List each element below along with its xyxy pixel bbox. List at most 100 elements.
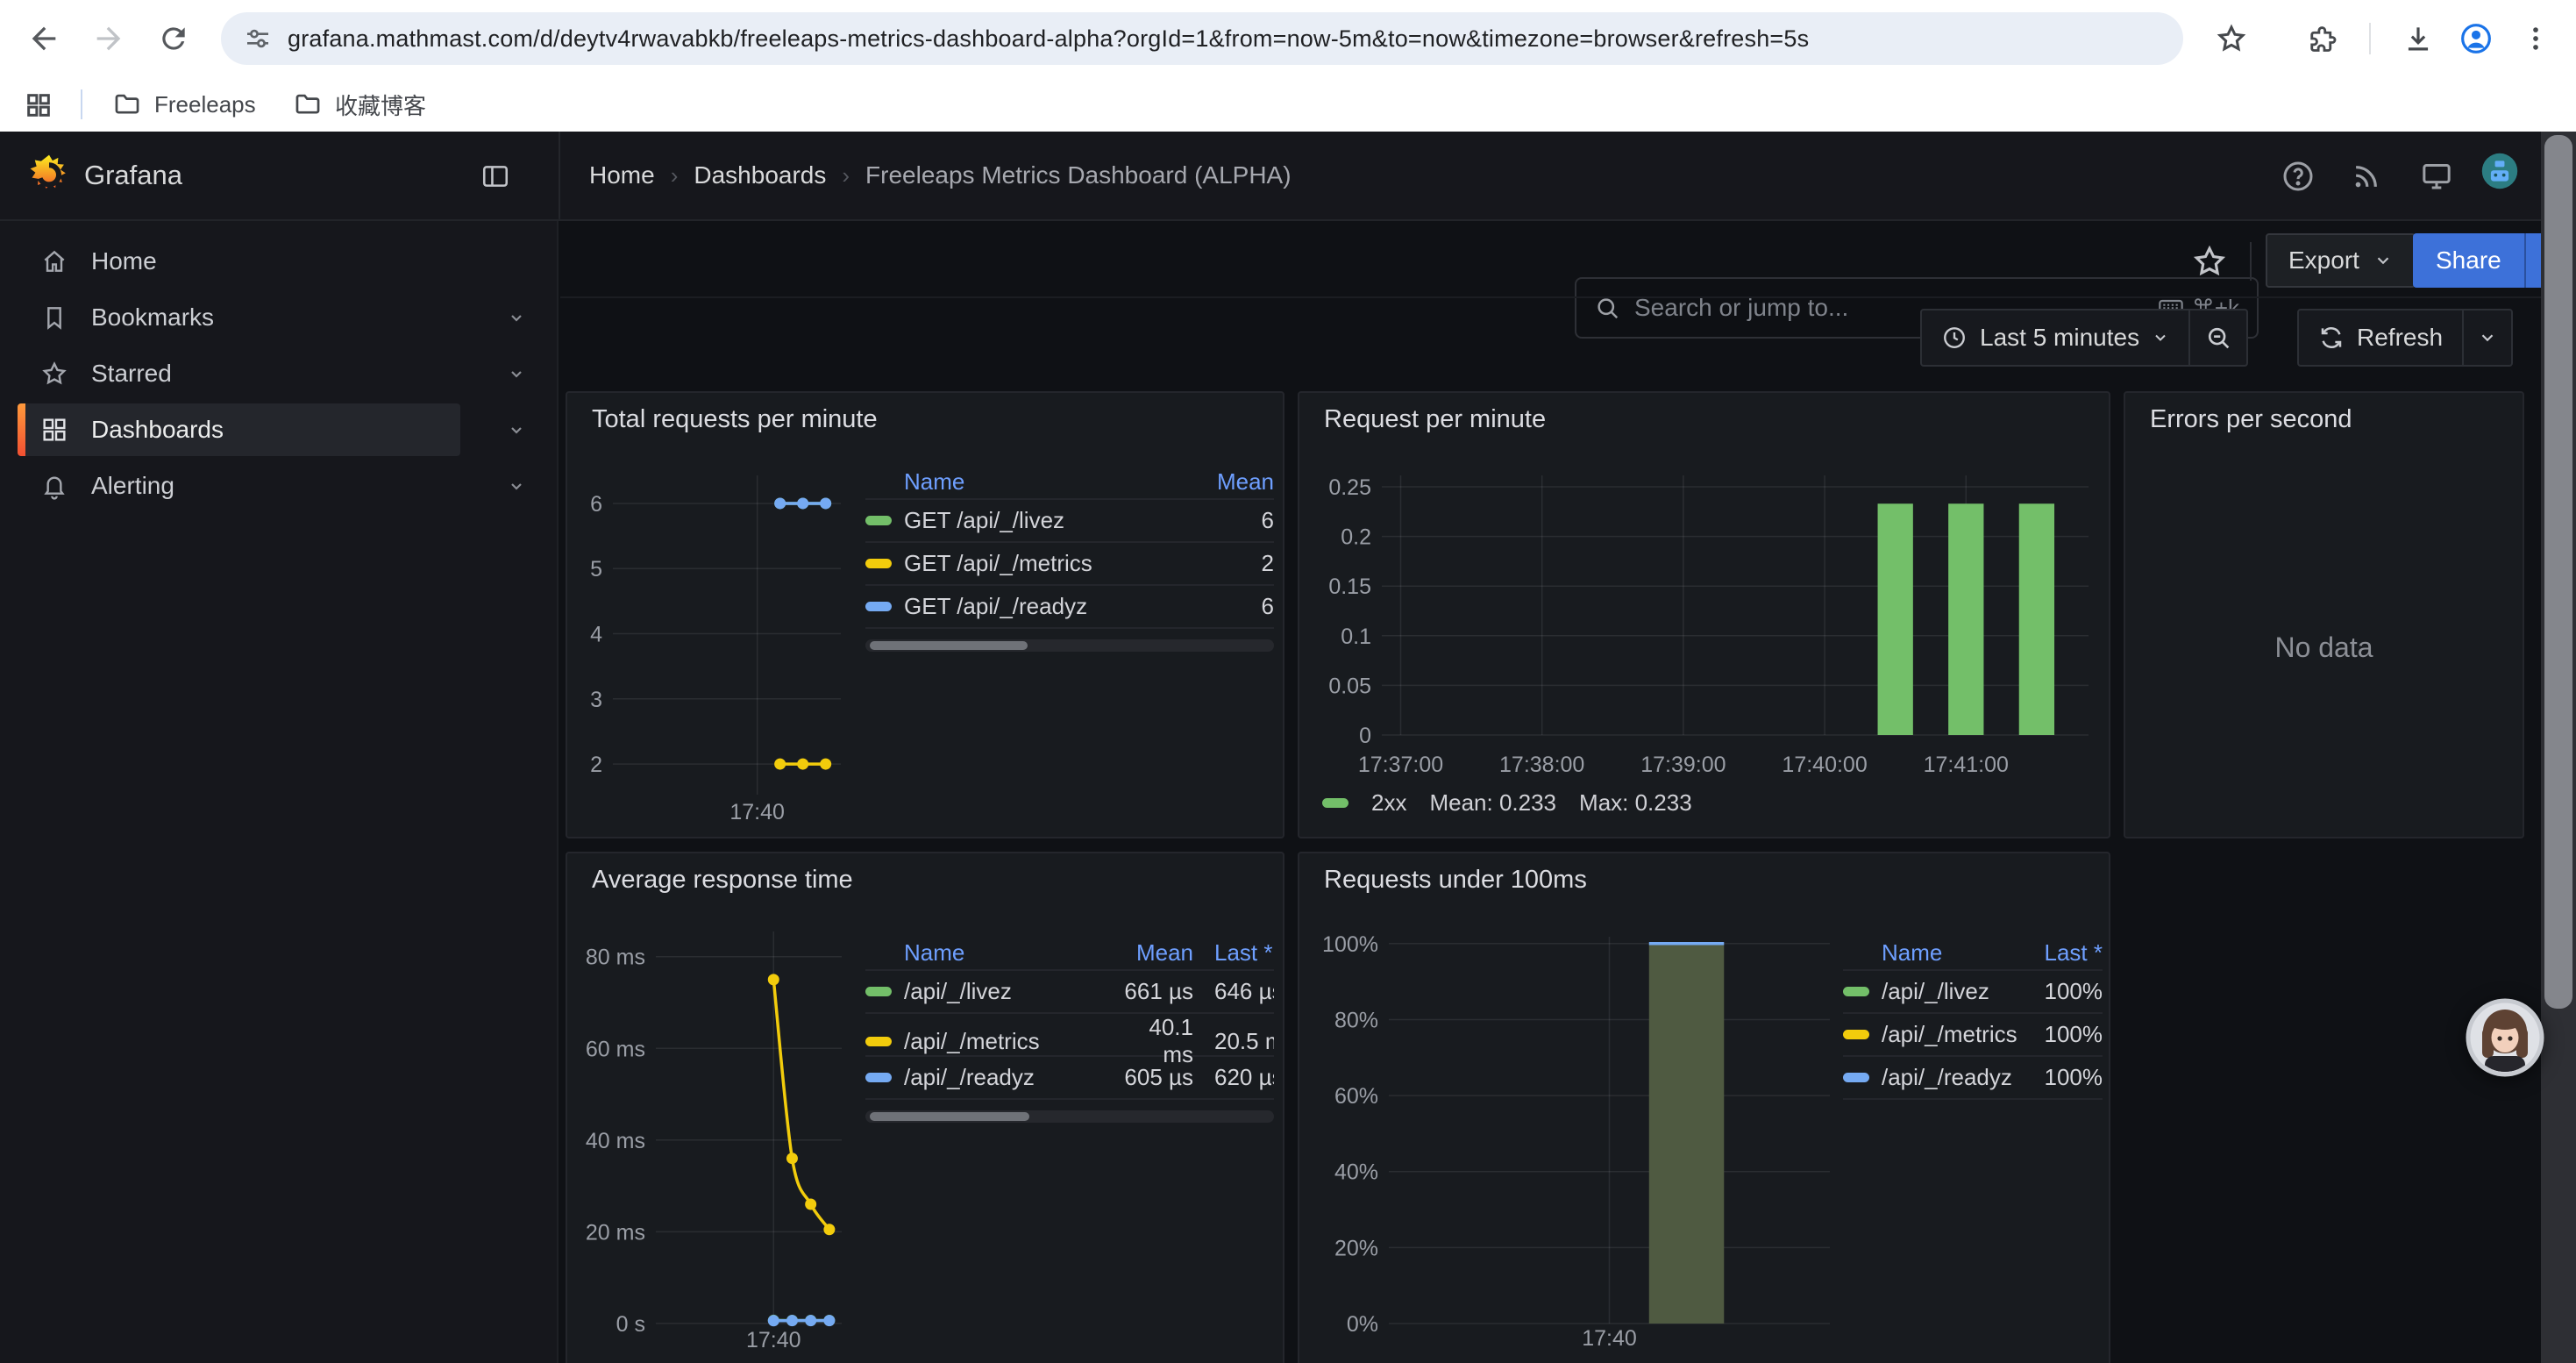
sidebar: Home Bookmarks Starred Dashboards [0,221,559,1363]
legend-header-last[interactable]: Last * [2022,939,2103,967]
refresh-button[interactable]: Refresh [2299,310,2462,365]
breadcrumb-home[interactable]: Home [589,161,655,189]
apps-grid-icon[interactable] [14,81,63,130]
legend-header-name[interactable]: Name [1882,939,2022,967]
grafana-logo[interactable] [26,153,72,198]
legend-scrollbar[interactable] [865,1110,1274,1123]
zoom-out-button[interactable] [2190,310,2246,365]
toolbar-border [560,296,2541,298]
sidebar-item-home[interactable]: Home [0,233,557,289]
svg-text:2: 2 [590,753,602,777]
legend-header-last[interactable]: Last * [1193,939,1274,967]
site-info-icon[interactable] [244,25,272,53]
help-icon[interactable] [2280,158,2316,195]
home-icon [40,247,68,275]
legend-scrollbar[interactable] [865,639,1274,652]
download-icon[interactable] [2394,14,2443,63]
legend-header-name[interactable]: Name [904,468,1211,496]
profile-icon[interactable] [2451,14,2501,63]
legend-row[interactable]: /api/_/metrics40.1 ms20.5 ms [865,1012,1274,1055]
extensions-icon[interactable] [2297,14,2346,63]
series-color-swatch [1322,798,1348,808]
svg-text:20%: 20% [1334,1236,1378,1260]
sidebar-toggle-icon[interactable] [480,161,510,191]
svg-text:40 ms: 40 ms [586,1129,645,1153]
svg-text:17:38:00: 17:38:00 [1499,753,1584,777]
chart-request-per-minute[interactable]: 0.250.20.150.10.05017:37:0017:38:0017:39… [1299,393,2112,840]
url-bar[interactable]: grafana.mathmast.com/d/deytv4rwavabkb/fr… [221,12,2183,65]
sidebar-item-bookmarks[interactable]: Bookmarks [0,289,557,346]
forward-icon[interactable] [84,14,133,63]
legend-row[interactable]: /api/_/readyz605 µs620 µs [865,1055,1274,1098]
refresh-interval-button[interactable] [2464,310,2511,365]
series-color-swatch [865,987,892,996]
legend-row[interactable]: GET /api/_/readyz6 [865,584,1274,627]
grafana-header: Grafana Home › Dashboards › Freeleaps Me… [0,132,2576,221]
favorite-star-icon[interactable] [2187,239,2232,284]
panel-average-response-time: Average response time 80 ms60 ms40 ms20 … [566,852,1284,1363]
share-button[interactable]: Share [2413,233,2524,288]
chevron-down-icon[interactable] [506,419,527,440]
legend-table: Name Last * /api/_/livez100%/api/_/metri… [1843,936,2103,1100]
toolbar-divider [2250,242,2252,281]
svg-text:17:40: 17:40 [746,1328,801,1352]
bookmark-star-icon[interactable] [2207,14,2256,63]
browser-menu-icon[interactable] [2511,14,2560,63]
scrollbar-thumb[interactable] [2544,135,2572,1009]
legend-row[interactable]: /api/_/readyz100% [1843,1055,2103,1098]
page-scrollbar[interactable] [2541,132,2576,1363]
legend-item-2xx[interactable]: 2xx Mean: 0.233 Max: 0.233 [1322,789,1692,817]
bookmarks-bar: Freeleaps 收藏博客 [0,77,2576,132]
news-rss-icon[interactable] [2348,158,2385,195]
bookmark-folder-blogs[interactable]: 收藏博客 [279,84,440,125]
svg-text:6: 6 [590,492,602,517]
legend-header-name[interactable]: Name [904,939,1113,967]
series-mean: 605 µs [1113,1064,1193,1091]
svg-text:0 s: 0 s [616,1312,645,1337]
legend-row[interactable]: GET /api/_/metrics2 [865,541,1274,584]
legend-row[interactable]: /api/_/livez100% [1843,969,2103,1012]
browser-toolbar: grafana.mathmast.com/d/deytv4rwavabkb/fr… [0,0,2576,77]
svg-text:17:41:00: 17:41:00 [1924,753,2009,777]
legend-header-mean[interactable]: Mean [1113,939,1193,967]
svg-text:0: 0 [1359,724,1371,748]
chevron-down-icon[interactable] [506,307,527,328]
panel-title[interactable]: Errors per second [2150,405,2352,434]
assistant-avatar[interactable] [2466,998,2544,1077]
legend-header: Name Mean [865,465,1274,498]
svg-text:60%: 60% [1334,1084,1378,1109]
chart-requests-under-100ms[interactable]: 100%80%60%40%20%0%17:40 [1299,853,2112,1363]
svg-text:0.05: 0.05 [1328,674,1371,698]
back-icon[interactable] [19,14,68,63]
user-avatar[interactable] [2481,153,2518,189]
series-last: 620 µs [1193,1064,1274,1091]
sidebar-item-dashboards[interactable]: Dashboards [0,402,557,458]
series-name: /api/_/readyz [1882,1064,2022,1091]
sidebar-item-alerting[interactable]: Alerting [0,458,557,514]
legend-row[interactable]: /api/_/livez661 µs646 µs [865,969,1274,1012]
sidebar-item-starred[interactable]: Starred [0,346,557,402]
legend-header: Name Mean Last * [865,936,1274,969]
svg-text:17:39:00: 17:39:00 [1640,753,1726,777]
reload-icon[interactable] [149,14,198,63]
refresh-group: Refresh [2297,309,2513,367]
chevron-down-icon[interactable] [506,475,527,496]
chevron-down-icon [2152,329,2169,346]
legend-header-mean[interactable]: Mean [1211,468,1274,496]
sidebar-item-label: Alerting [91,472,174,500]
legend-row[interactable]: /api/_/metrics100% [1843,1012,2103,1055]
bookmark-folder-freeleaps[interactable]: Freeleaps [98,84,270,125]
svg-text:0%: 0% [1347,1312,1378,1337]
time-range-picker[interactable]: Last 5 minutes [1922,310,2188,365]
series-last: 20.5 ms [1193,1028,1274,1055]
export-button[interactable]: Export [2266,233,2416,288]
time-range-label: Last 5 minutes [1980,324,2139,352]
series-name: GET /api/_/metrics [904,550,1211,577]
breadcrumb-dashboards[interactable]: Dashboards [694,161,826,189]
chevron-down-icon[interactable] [506,363,527,384]
series-name: 2xx [1371,789,1406,817]
search-icon [1594,295,1620,321]
legend-row[interactable]: GET /api/_/livez6 [865,498,1274,541]
monitor-icon[interactable] [2418,158,2455,195]
share-label: Share [2436,246,2501,275]
